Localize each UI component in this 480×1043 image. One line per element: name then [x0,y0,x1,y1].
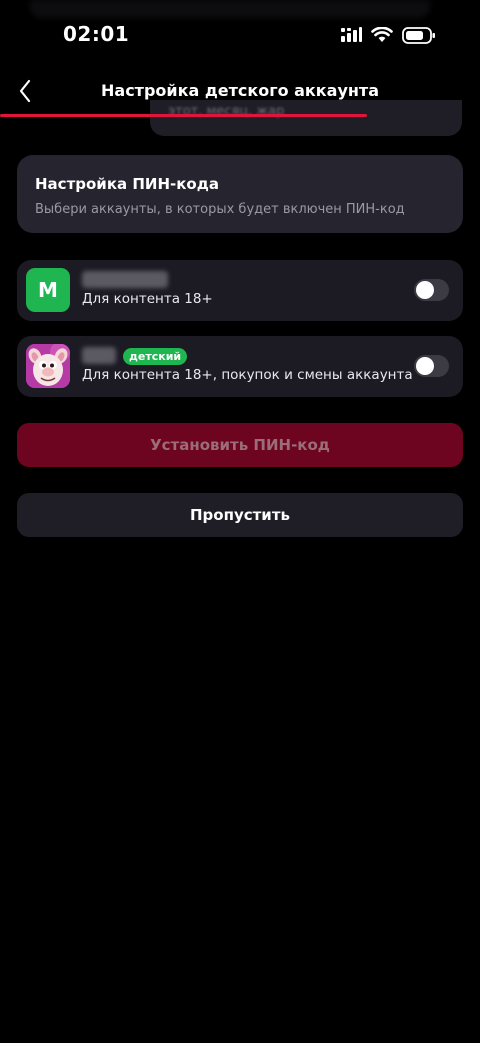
status-time: 02:01 [63,22,130,46]
pin-settings-title: Настройка ПИН-кода [35,175,219,193]
toggle-knob [416,281,434,299]
avatar [26,344,70,388]
set-pin-button[interactable]: Установить ПИН-код [17,423,463,467]
toggle-knob [416,357,434,375]
account-name-hidden [82,347,116,364]
account-row[interactable]: M Для контента 18+ [17,260,463,321]
pin-toggle[interactable] [414,355,449,377]
wifi-icon [371,27,393,42]
nav-header: Настройка детского аккаунта [0,72,480,117]
page-title: Настройка детского аккаунта [101,81,379,100]
skip-button[interactable]: Пропустить [17,493,463,537]
pin-settings-card: Настройка ПИН-кода Выбери аккаунты, в ко… [17,155,463,233]
pin-settings-subtitle: Выбери аккаунты, в которых будет включен… [35,202,405,217]
status-bar: 02:01 [0,0,480,70]
account-row[interactable]: детский Для контента 18+, покупок и смен… [17,336,463,397]
kid-character-avatar-icon [26,344,70,388]
account-description: Для контента 18+, покупок и смены аккаун… [82,367,413,383]
header-progress-line [0,114,367,117]
battery-icon [402,26,435,44]
account-description: Для контента 18+ [82,291,213,307]
account-name-hidden [82,271,168,288]
screen: 02:01 этот, месяц, жар Настройка детског… [0,0,480,1043]
pin-toggle[interactable] [414,279,449,301]
status-icons [340,26,436,44]
avatar-letter: M [38,278,58,302]
signal-icon [341,27,362,42]
status-bar-blur [30,0,430,18]
kids-badge: детский [123,348,188,365]
avatar: M [26,268,70,312]
